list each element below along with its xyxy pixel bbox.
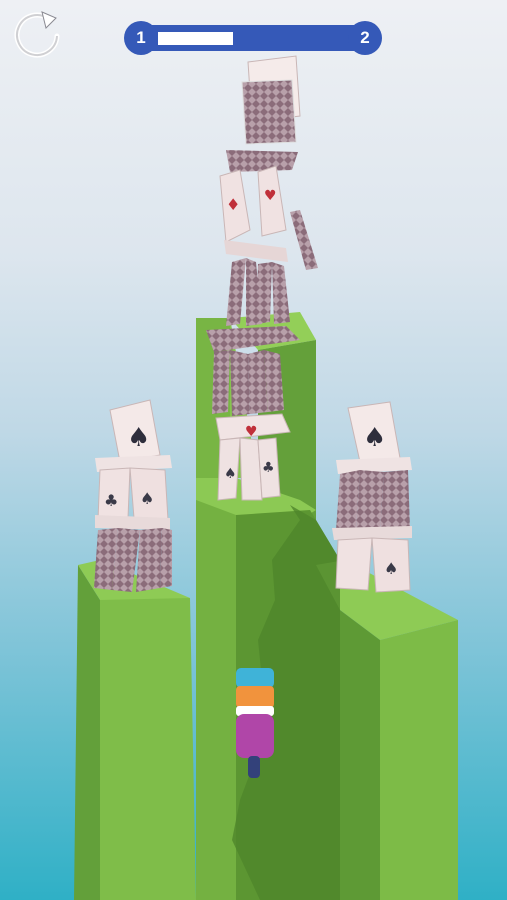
- restart-button[interactable]: [12, 8, 66, 62]
- svg-text:♣: ♣: [104, 491, 118, 510]
- progress-fill-area: [158, 32, 336, 45]
- svg-text:♦: ♦: [226, 195, 240, 214]
- svg-text:♠: ♠: [384, 559, 398, 578]
- game-scene[interactable]: ♠ ♣ ♠ ♠ ♠ ♥ ♠ ♣ ♦ ♥ 1 2: [0, 0, 507, 900]
- svg-text:♥: ♥: [264, 188, 277, 204]
- svg-text:♣: ♣: [262, 460, 275, 476]
- restart-icon: [14, 11, 60, 58]
- svg-text:♠: ♠: [224, 466, 237, 482]
- current-level-badge: 1: [124, 21, 158, 55]
- next-level-badge: 2: [348, 21, 382, 55]
- progress-fill: [158, 32, 233, 45]
- left-card-tower: ♠ ♣ ♠: [94, 399, 172, 592]
- level-progress-bar: 1 2: [122, 21, 384, 55]
- svg-text:♠: ♠: [140, 489, 154, 508]
- svg-text:♠: ♠: [363, 423, 386, 453]
- hud: 1 2: [0, 0, 507, 80]
- game-world: ♠ ♣ ♠ ♠ ♠ ♥ ♠ ♣ ♦ ♥: [74, 55, 458, 900]
- left-pillar: [74, 560, 196, 900]
- right-card-tower: ♠ ♠: [332, 401, 412, 593]
- flying-cards: ♦ ♥: [219, 55, 318, 270]
- svg-text:♠: ♠: [127, 423, 150, 453]
- svg-text:♥: ♥: [245, 424, 258, 440]
